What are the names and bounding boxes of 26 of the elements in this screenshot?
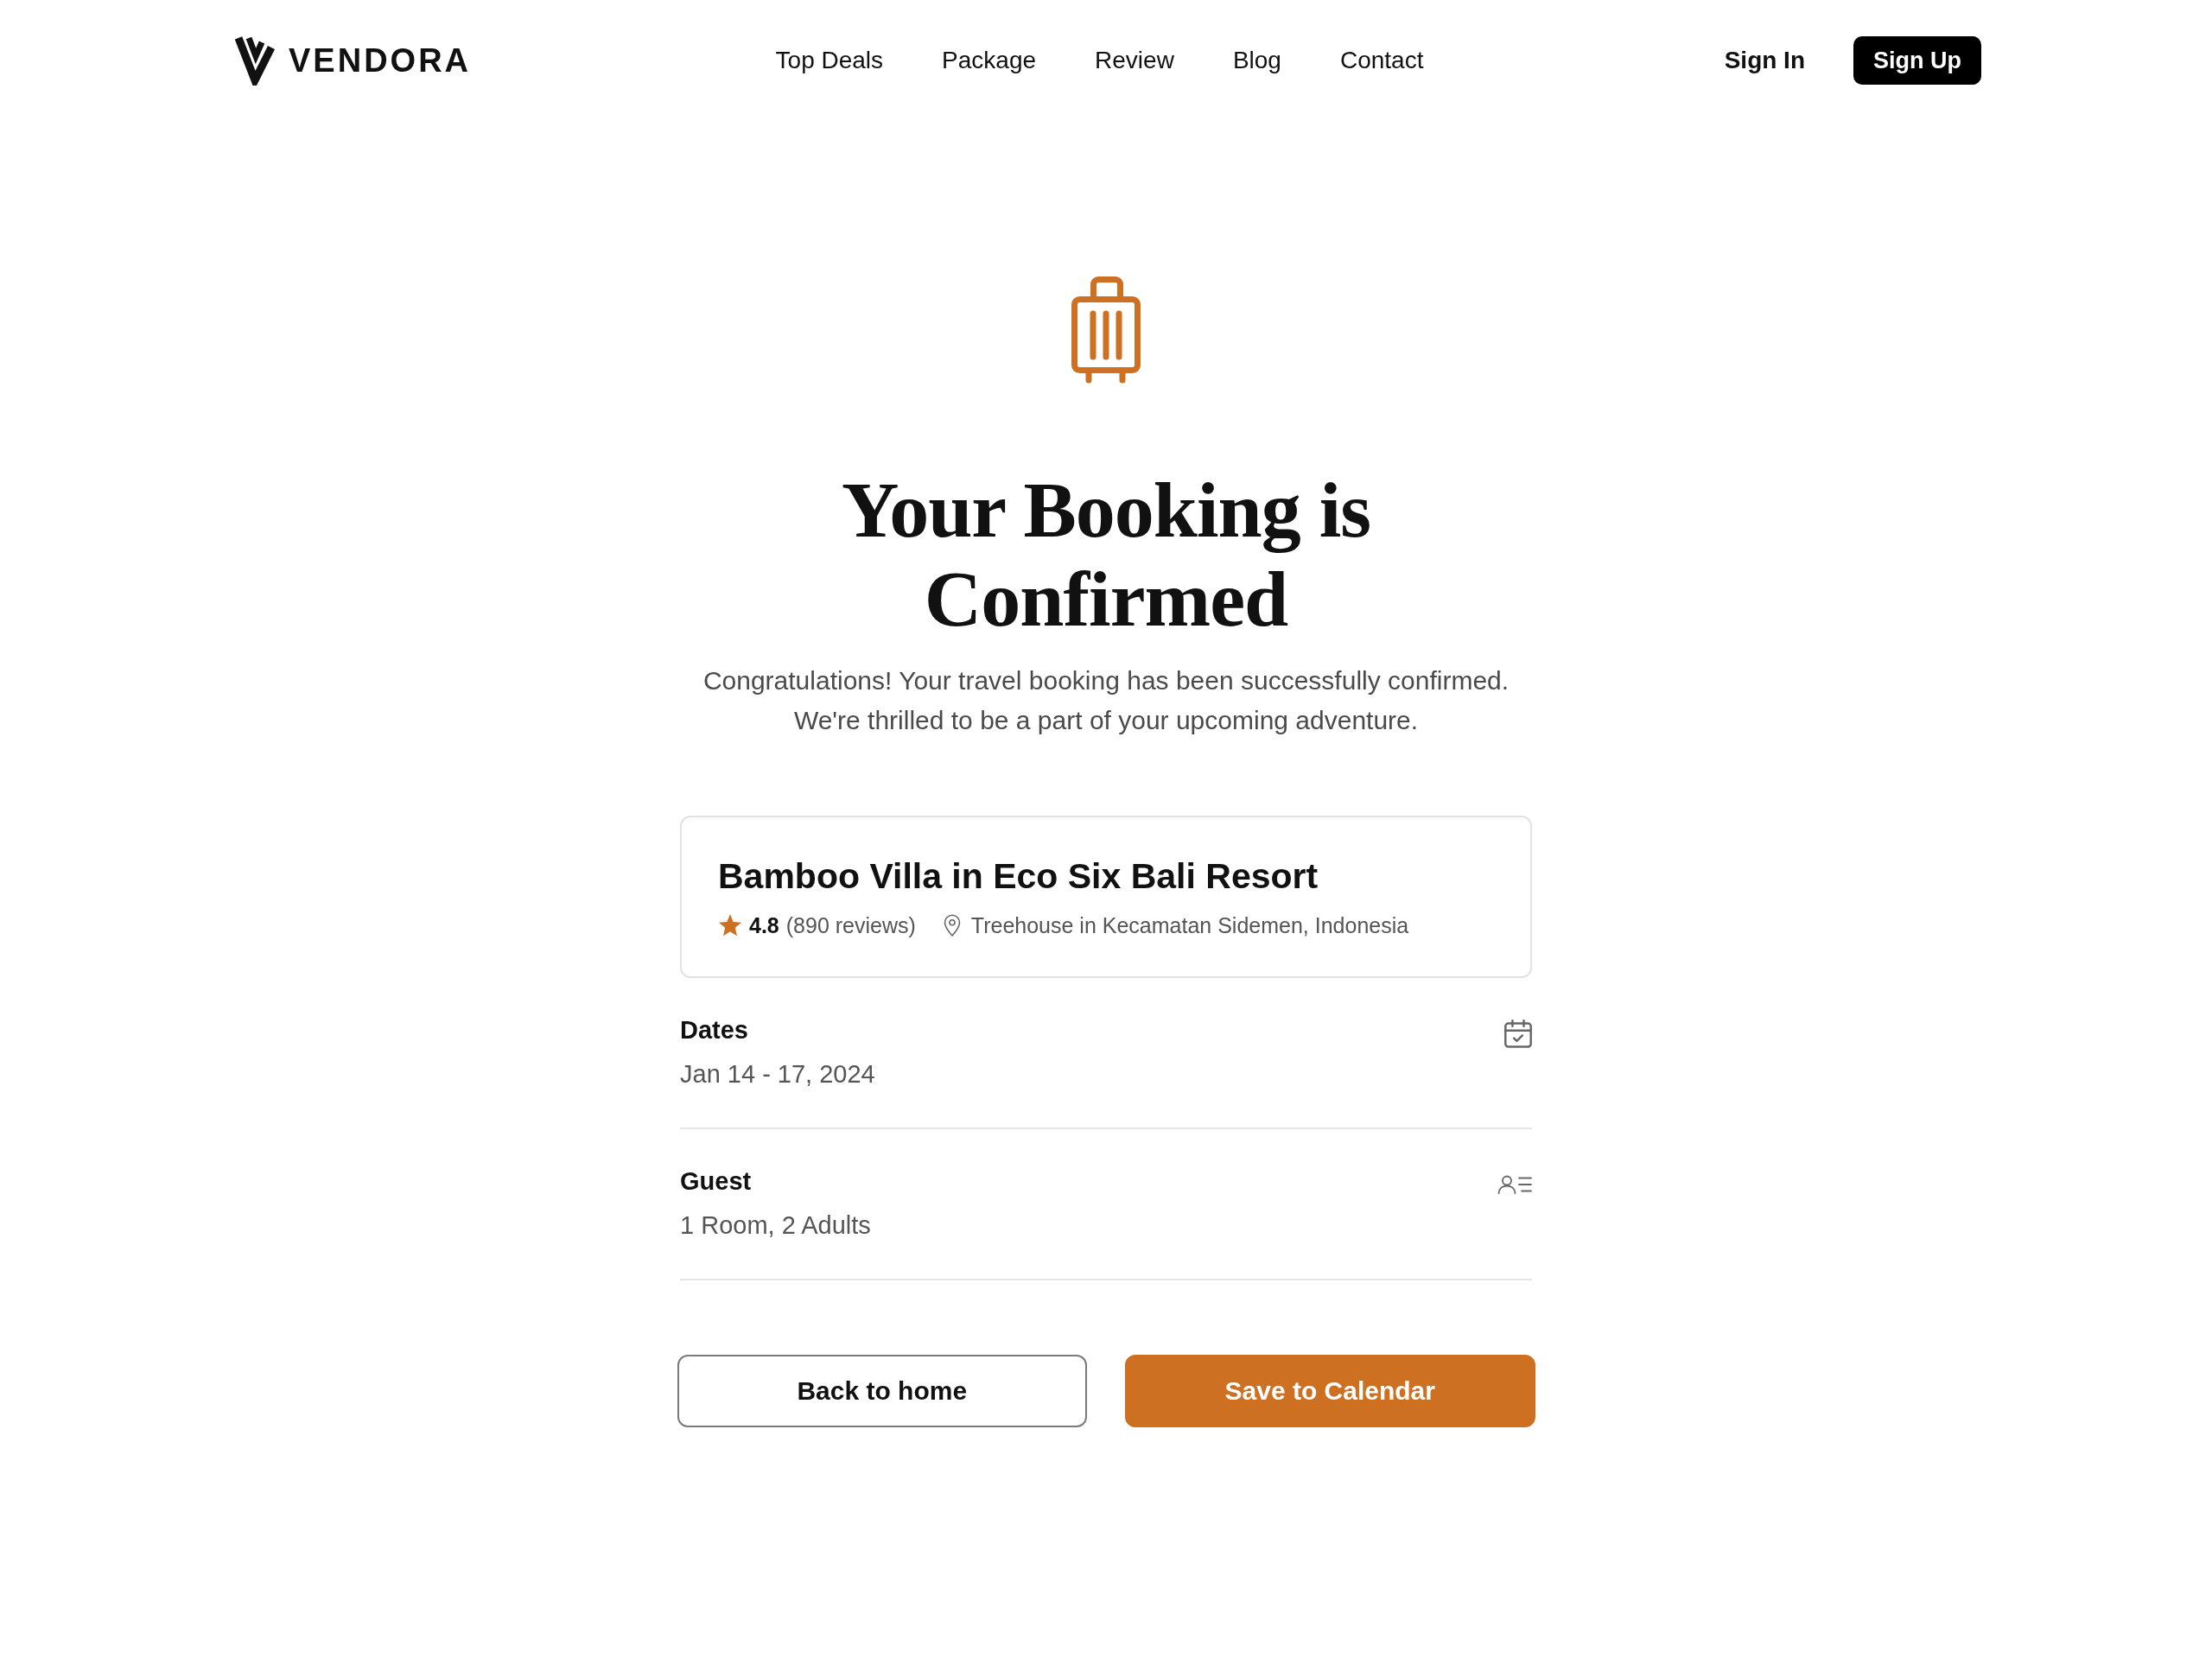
sign-in-link[interactable]: Sign In	[1724, 47, 1805, 74]
confirmation-message: Congratulations! Your travel booking has been successfully confirmed. We're thrilled to be a part of your upcoming adventure.	[702, 665, 1510, 736]
page-heading: Your Booking is Confirmed	[840, 466, 1372, 644]
nav-link[interactable]: Review	[1095, 47, 1174, 74]
nav-link[interactable]: Blog	[1232, 47, 1281, 74]
person-list-icon	[1497, 1175, 1532, 1194]
suitcase-icon	[1071, 276, 1141, 384]
rating-value: 4.8	[749, 912, 779, 939]
location-pin-icon	[943, 914, 961, 937]
detail-label: Guest	[680, 1166, 753, 1197]
nav-link[interactable]: Top Deals	[775, 47, 884, 74]
brand-name: VENDORA	[289, 41, 472, 79]
nav-link[interactable]: Contact	[1339, 47, 1424, 74]
nav-link[interactable]: Package	[942, 47, 1037, 74]
primary-button[interactable]: Save to Calendar	[1125, 1355, 1535, 1427]
star-icon	[718, 913, 742, 937]
detail-label: Dates	[680, 1015, 749, 1045]
sign-up-button[interactable]: Sign Up	[1853, 36, 1981, 85]
calendar-check-icon	[1504, 1020, 1532, 1048]
review-count: (890 reviews)	[785, 912, 916, 939]
location-text: Treehouse in Kecamatan Sidemen, Indonesia	[970, 912, 1409, 939]
detail-value: Jan 14 - 17, 2024	[680, 1059, 875, 1089]
detail-value: 1 Room, 2 Adults	[680, 1210, 871, 1241]
logo-icon	[235, 35, 275, 86]
outline-button[interactable]: Back to home	[677, 1355, 1087, 1427]
listing-title: Bamboo Villa in Eco Six Bali Resort	[718, 855, 1319, 898]
